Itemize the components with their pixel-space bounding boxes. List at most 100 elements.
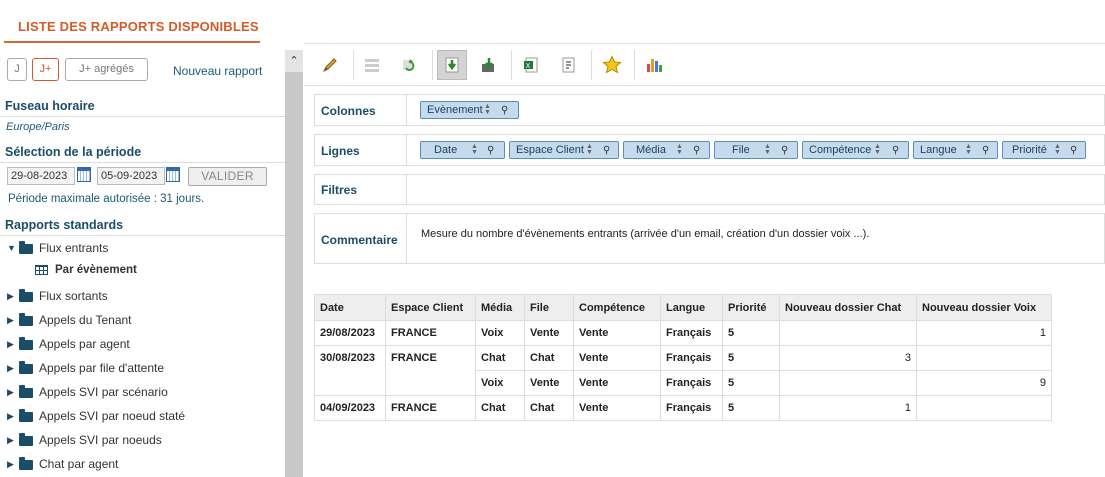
rows-label: Lignes	[321, 144, 360, 158]
tree-item-flux-entrants[interactable]: ▼ Flux entrants	[7, 239, 108, 257]
tree-item-svi-noeud-state[interactable]: ▶ Appels SVI par noeud staté	[7, 407, 185, 425]
search-icon[interactable]: ⚲	[982, 143, 989, 159]
tree-item-chat-agent[interactable]: ▶ Chat par agent	[7, 455, 118, 473]
folder-icon	[19, 432, 33, 446]
column-header[interactable]: Langue	[660, 294, 723, 321]
table-cell: Chat	[524, 345, 574, 371]
folder-icon	[19, 408, 33, 422]
period-max-note: Période maximale autorisée : 31 jours.	[8, 193, 205, 205]
caret-right-icon[interactable]: ▶	[7, 291, 16, 301]
table-cell: FRANCE	[385, 320, 476, 346]
row-chip-file[interactable]: File ▲ ▼ ⚲	[714, 141, 798, 159]
report-table: Date Espace Client Média File Compétence…	[314, 294, 1052, 421]
folder-icon	[19, 288, 33, 302]
tree-item-flux-sortants[interactable]: ▶ Flux sortants	[7, 287, 108, 305]
chart-button[interactable]	[640, 50, 670, 80]
favorite-button[interactable]	[597, 50, 627, 80]
search-icon[interactable]: ⚲	[487, 143, 494, 159]
scroll-up-icon[interactable]: ⌃	[285, 50, 303, 72]
table-cell: 5	[722, 370, 780, 396]
row-chip-priorite[interactable]: Priorité ▲ ▼ ⚲	[1002, 141, 1086, 159]
tree-item-label: Flux sortants	[39, 289, 108, 303]
sort-icon[interactable]: ▲ ▼	[874, 143, 881, 156]
tree-subitem-par-evenement[interactable]: Par évènement	[35, 264, 137, 276]
column-header[interactable]: Nouveau dossier Chat	[779, 294, 917, 321]
list-button[interactable]	[357, 50, 387, 80]
chip-label: Date	[434, 144, 458, 156]
sort-icon[interactable]: ▲ ▼	[676, 143, 683, 156]
sort-icon[interactable]: ▲ ▼	[764, 143, 771, 156]
date-from-input[interactable]: 29-08-2023	[7, 167, 75, 185]
row-chip-competence[interactable]: Compétence ▲ ▼ ⚲	[802, 141, 909, 159]
column-header[interactable]: Date	[314, 294, 386, 321]
column-header[interactable]: Nouveau dossier Voix	[916, 294, 1052, 321]
column-chip-evenement[interactable]: Evènement ▲ ▼ ⚲	[420, 101, 519, 119]
divider	[406, 135, 407, 165]
tree-item-appels-tenant[interactable]: ▶ Appels du Tenant	[7, 311, 132, 329]
divider	[406, 175, 407, 204]
table-cell: 30/08/2023	[314, 345, 386, 396]
calendar-icon[interactable]	[77, 167, 91, 182]
column-header[interactable]: Compétence	[573, 294, 661, 321]
sort-icon[interactable]: ▲ ▼	[586, 143, 593, 156]
tree-item-appels-file[interactable]: ▶ Appels par file d'attente	[7, 359, 164, 377]
table-cell: Vente	[573, 345, 661, 371]
document-export-button[interactable]	[553, 50, 583, 80]
caret-down-icon[interactable]: ▼	[7, 243, 16, 253]
excel-export-button[interactable]: X	[516, 50, 546, 80]
j-plus-aggregated-button[interactable]: J+ agrégés	[65, 58, 148, 81]
table-cell: Vente	[573, 370, 661, 396]
row-chip-media[interactable]: Média ▲ ▼ ⚲	[623, 141, 710, 159]
j-plus-button[interactable]: J+	[32, 58, 59, 81]
new-report-link[interactable]: Nouveau rapport	[173, 64, 262, 78]
search-icon[interactable]: ⚲	[501, 103, 508, 119]
j-button[interactable]: J	[7, 58, 27, 81]
column-header[interactable]: Média	[475, 294, 525, 321]
caret-right-icon[interactable]: ▶	[7, 339, 16, 349]
standard-reports-label: Rapports standards	[5, 218, 124, 232]
caret-right-icon[interactable]: ▶	[7, 363, 16, 373]
toolbar-separator	[634, 50, 635, 80]
tree-item-appels-agent[interactable]: ▶ Appels par agent	[7, 335, 130, 353]
column-header[interactable]: Priorité	[722, 294, 780, 321]
excel-icon: X	[524, 57, 538, 73]
table-cell: Français	[660, 370, 723, 396]
row-chip-espace-client[interactable]: Espace Client ▲ ▼ ⚲	[509, 141, 619, 159]
caret-right-icon[interactable]: ▶	[7, 459, 16, 469]
search-icon[interactable]: ⚲	[1070, 143, 1077, 159]
search-icon[interactable]: ⚲	[892, 143, 899, 159]
tree-item-svi-noeuds[interactable]: ▶ Appels SVI par noeuds	[7, 431, 162, 449]
edit-button[interactable]	[315, 50, 345, 80]
search-icon[interactable]: ⚲	[781, 143, 788, 159]
sort-icon[interactable]: ▲ ▼	[965, 143, 972, 156]
divider	[0, 116, 285, 117]
caret-right-icon[interactable]: ▶	[7, 411, 16, 421]
sort-icon[interactable]: ▲ ▼	[484, 103, 491, 116]
caret-right-icon[interactable]: ▶	[7, 387, 16, 397]
table-cell: Voix	[475, 370, 525, 396]
sort-icon[interactable]: ▲ ▼	[471, 143, 478, 156]
chip-label: Média	[636, 144, 666, 156]
row-chip-langue[interactable]: Langue ▲ ▼ ⚲	[913, 141, 998, 159]
refresh-button[interactable]	[394, 50, 424, 80]
sort-icon[interactable]: ▲ ▼	[1054, 143, 1061, 156]
download-button[interactable]	[437, 50, 467, 80]
folder-icon	[19, 240, 33, 254]
column-header[interactable]: Espace Client	[385, 294, 476, 321]
calendar-icon[interactable]	[166, 167, 180, 182]
table-cell: Voix	[475, 320, 525, 346]
tree-item-svi-scenario[interactable]: ▶ Appels SVI par scénario	[7, 383, 168, 401]
row-chip-date[interactable]: Date ▲ ▼ ⚲	[420, 141, 505, 159]
caret-right-icon[interactable]: ▶	[7, 435, 16, 445]
export-button[interactable]	[474, 50, 504, 80]
validate-button[interactable]: VALIDER	[188, 167, 267, 186]
report-toolbar: X	[304, 43, 1105, 86]
caret-right-icon[interactable]: ▶	[7, 315, 16, 325]
star-icon	[602, 55, 622, 74]
date-to-input[interactable]: 05-09-2023	[97, 167, 165, 185]
search-icon[interactable]: ⚲	[603, 143, 610, 159]
sidebar-scrollbar[interactable]: ⌃	[285, 50, 303, 477]
column-header[interactable]: File	[524, 294, 574, 321]
search-icon[interactable]: ⚲	[693, 143, 700, 159]
timezone-label: Fuseau horaire	[5, 99, 95, 113]
